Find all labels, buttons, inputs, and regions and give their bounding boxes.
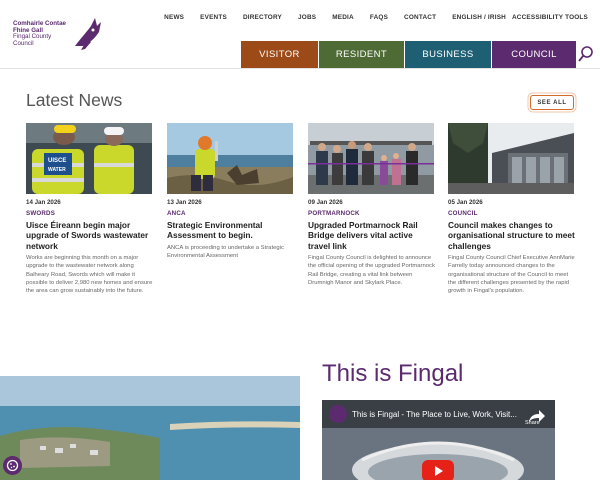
news-headline[interactable]: Council makes changes to organisational … [448, 220, 575, 251]
news-category[interactable]: SWORDS [26, 210, 153, 217]
tab-business[interactable]: BUSINESS [405, 41, 491, 68]
play-button[interactable] [422, 460, 454, 480]
news-date: 13 Jan 2026 [167, 199, 202, 206]
nav-accessibility-tools[interactable]: ACCESSIBILITY TOOLS [512, 14, 588, 21]
search-icon[interactable] [577, 44, 595, 64]
news-date: 09 Jan 2026 [308, 199, 343, 206]
nav-language[interactable]: ENGLISH / IRISH [452, 14, 506, 21]
news-excerpt: Fingal County Council is delighted to an… [308, 255, 435, 286]
svg-text:UISCE: UISCE [48, 158, 66, 164]
news-excerpt: Fingal County Council Chief Executive An… [448, 255, 575, 295]
news-card[interactable]: 13 Jan 2026 ANCA Strategic Environmental… [167, 123, 294, 260]
news-category[interactable]: COUNCIL [448, 210, 575, 217]
news-excerpt: ANCA is proceeding to undertake a Strate… [167, 244, 284, 260]
bird-logo-icon [75, 18, 101, 50]
news-headline[interactable]: Upgraded Portmarnock Rail Bridge deliver… [308, 220, 435, 251]
main-nav: VISITOR RESIDENT BUSINESS COUNCIL [241, 41, 577, 68]
tab-council[interactable]: COUNCIL [492, 41, 576, 68]
news-excerpt: Works are beginning this month on a majo… [26, 255, 153, 295]
share-label[interactable]: Share [525, 420, 540, 426]
council-logo[interactable]: Comhairle Contae Fhine Gall Fingal Count… [13, 16, 113, 52]
news-date: 05 Jan 2026 [448, 199, 483, 206]
channel-avatar[interactable] [329, 405, 347, 423]
tab-resident[interactable]: RESIDENT [319, 41, 404, 68]
play-icon [435, 466, 443, 476]
latest-news-heading: Latest News [26, 90, 123, 110]
video-title[interactable]: This is Fingal - The Place to Live, Work… [352, 410, 517, 419]
news-image-workers[interactable]: UISCE WATER [26, 123, 152, 194]
news-category[interactable]: ANCA [167, 210, 294, 217]
video-player[interactable]: This is Fingal - The Place to Live, Work… [322, 400, 555, 480]
nav-news[interactable]: NEWS [164, 14, 184, 21]
news-headline[interactable]: Uisce Éireann begin major upgrade of Swo… [26, 220, 153, 251]
fingal-aerial-image [0, 376, 300, 480]
see-all-button[interactable]: SEE ALL [530, 95, 574, 110]
logo-text: Comhairle Contae Fhine Gall Fingal Count… [13, 20, 66, 47]
cookie-settings-button[interactable] [3, 456, 22, 475]
news-image-bridge-opening[interactable] [308, 123, 434, 194]
news-date: 14 Jan 2026 [26, 199, 61, 206]
logo-line-4: Council [13, 39, 34, 47]
nav-contact[interactable]: CONTACT [404, 14, 436, 21]
news-image-council-building[interactable] [448, 123, 574, 194]
news-card[interactable]: UISCE WATER 14 Jan 2026 SWORDS Uisce Éir… [26, 123, 153, 295]
news-headline[interactable]: Strategic Environmental Assessment to be… [167, 220, 294, 241]
nav-media[interactable]: MEDIA [332, 14, 354, 21]
nav-faqs[interactable]: FAQS [370, 14, 388, 21]
tab-visitor[interactable]: VISITOR [241, 41, 318, 68]
site-header: Comhairle Contae Fhine Gall Fingal Count… [0, 0, 600, 69]
this-is-fingal-heading: This is Fingal [322, 360, 464, 387]
nav-directory[interactable]: DIRECTORY [243, 14, 282, 21]
news-card[interactable]: 05 Jan 2026 COUNCIL Council makes change… [448, 123, 575, 295]
news-category[interactable]: PORTMARNOCK [308, 210, 435, 217]
svg-text:WATER: WATER [48, 167, 66, 173]
cookie-icon [6, 459, 19, 472]
news-image-scientist[interactable] [167, 123, 293, 194]
news-card[interactable]: 09 Jan 2026 PORTMARNOCK Upgraded Portmar… [308, 123, 435, 287]
nav-events[interactable]: EVENTS [200, 14, 227, 21]
nav-jobs[interactable]: JOBS [298, 14, 316, 21]
utility-nav: NEWS EVENTS DIRECTORY JOBS MEDIA FAQS CO… [164, 14, 588, 21]
